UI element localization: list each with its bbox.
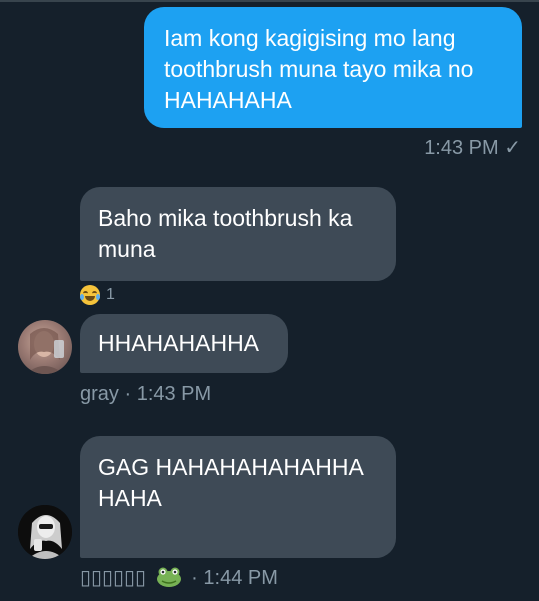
sender-name[interactable]: ▯▯▯▯▯▯ (80, 567, 146, 589)
message-meta: ▯▯▯▯▯▯ · 1:44 PM (80, 566, 278, 590)
meta-separator: · (124, 383, 132, 405)
received-message-text: GAG HAHAHAHAHAHHAHAHA (98, 454, 364, 511)
received-message-bubble[interactable]: GAG HAHAHAHAHAHHAHAHA (80, 436, 396, 558)
sent-checkmark-icon: ✓ (504, 137, 521, 159)
reaction-count: 1 (106, 286, 115, 303)
frog-emoji-icon (156, 567, 181, 587)
sent-message-text: Iam kong kagigising mo lang toothbrush m… (164, 25, 474, 113)
message-time: 1:43 PM (136, 383, 212, 405)
avatar[interactable] (18, 320, 72, 374)
sender-name[interactable]: gray (80, 383, 119, 405)
received-message-bubble[interactable]: HHAHAHAHHA (80, 314, 288, 373)
sent-message-meta: 1:43 PM ✓ (424, 136, 521, 160)
meta-separator: · (191, 567, 198, 589)
message-meta: gray · 1:43 PM (80, 382, 211, 406)
top-divider (0, 0, 539, 2)
sent-message-bubble[interactable]: Iam kong kagigising mo lang toothbrush m… (144, 7, 522, 128)
reaction-badge[interactable]: 1 (80, 284, 115, 306)
received-message-bubble[interactable]: Baho mika toothbrush ka muna (80, 187, 396, 281)
message-time: 1:44 PM (203, 567, 278, 589)
sent-message-time: 1:43 PM (424, 137, 499, 159)
received-message-text: Baho mika toothbrush ka muna (98, 205, 353, 262)
avatar-photo (26, 328, 64, 374)
avatar-photo (18, 505, 72, 559)
avatar[interactable] (18, 505, 72, 559)
received-message-text: HHAHAHAHHA (98, 330, 260, 356)
tears-of-joy-emoji-icon (80, 285, 100, 305)
